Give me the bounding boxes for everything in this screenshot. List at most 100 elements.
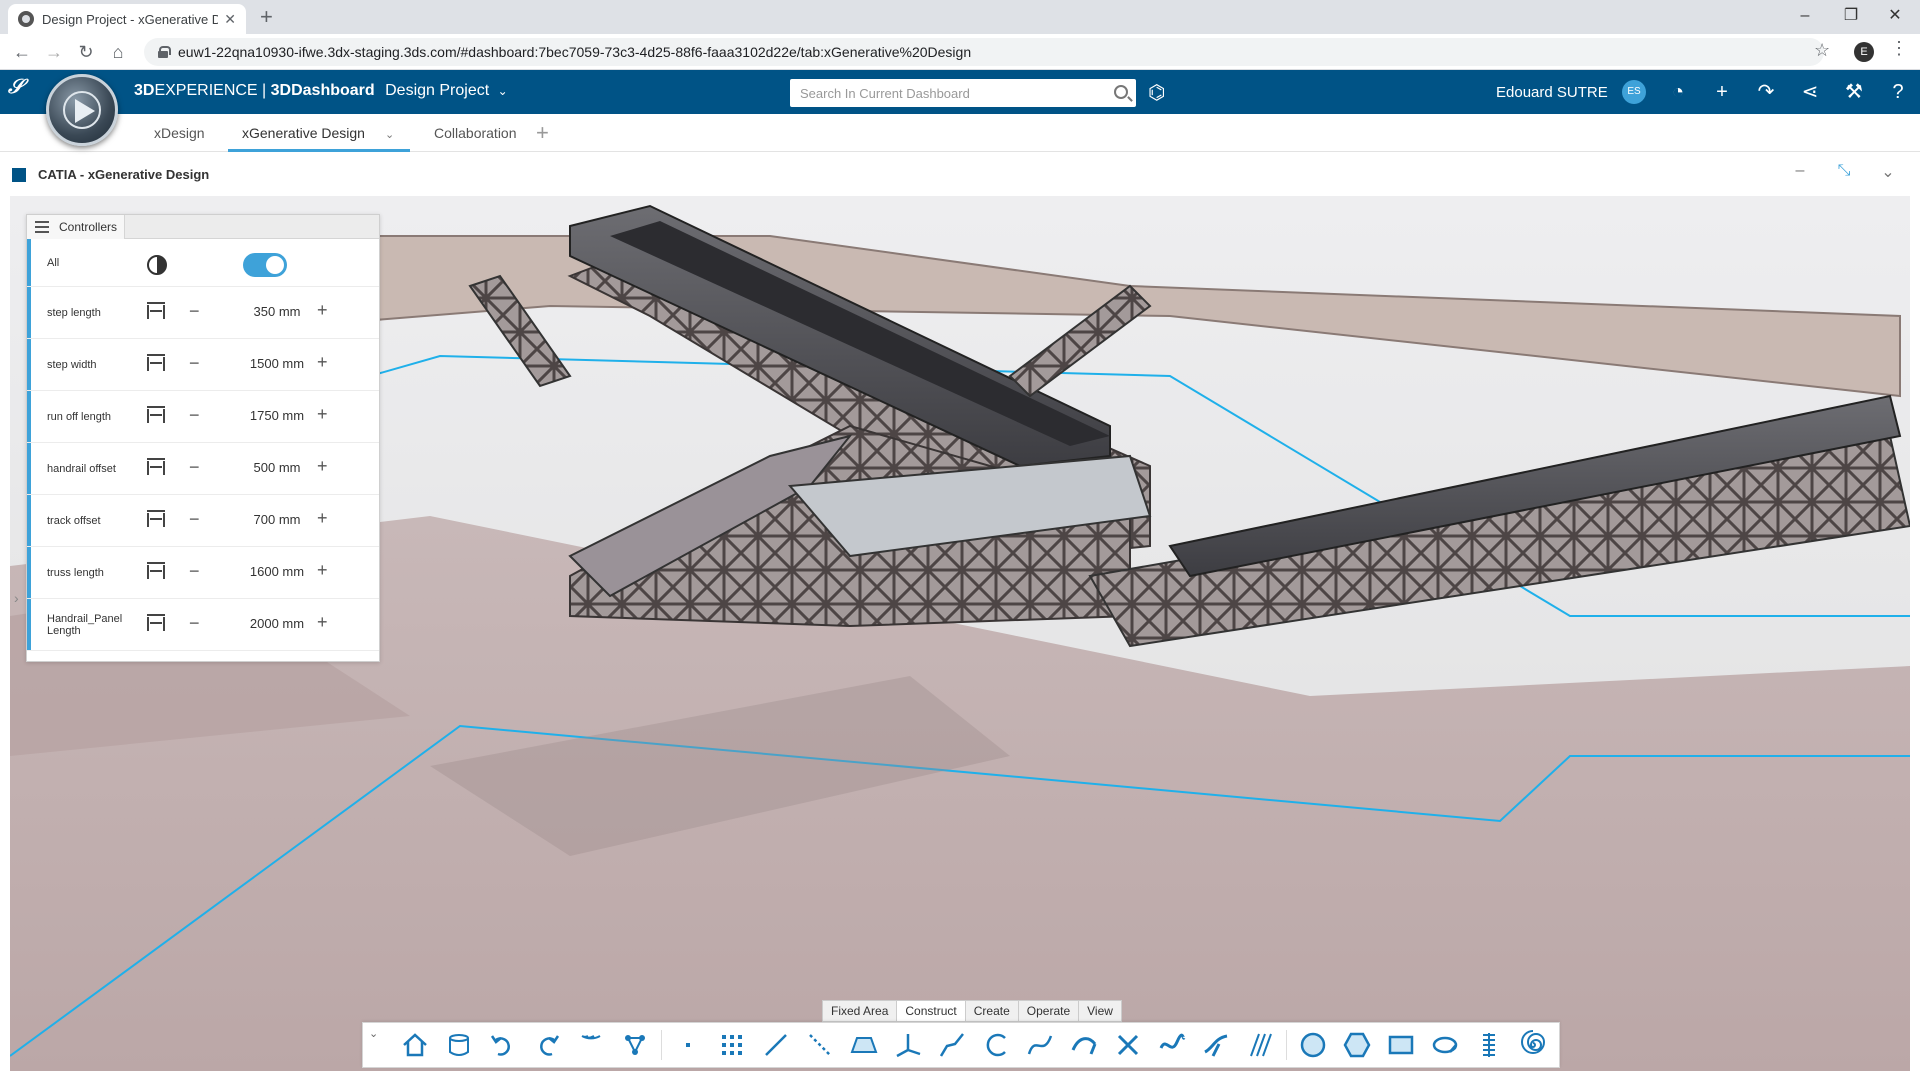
dimension-icon[interactable]: [147, 406, 165, 423]
axis-system-icon[interactable]: [886, 1025, 930, 1065]
browser-tab[interactable]: Design Project - xGenerative De ✕: [8, 4, 246, 34]
dimension-icon[interactable]: [147, 562, 165, 579]
home-icon[interactable]: ⌂: [106, 40, 130, 64]
tab-xgenerative-design[interactable]: xGenerative Design ⌄: [228, 114, 410, 152]
minimize-window-icon[interactable]: –: [1782, 3, 1828, 29]
controller-value[interactable]: 2000 mm: [231, 616, 323, 631]
graph-icon[interactable]: [613, 1025, 657, 1065]
controller-value[interactable]: 1500 mm: [231, 356, 323, 371]
browser-menu-icon[interactable]: ⋮: [1890, 38, 1908, 59]
circle-icon[interactable]: [1291, 1025, 1335, 1065]
increment-button[interactable]: +: [317, 352, 328, 373]
section-create[interactable]: Create: [966, 1001, 1019, 1021]
controller-value[interactable]: 700 mm: [231, 512, 323, 527]
contrast-icon[interactable]: [147, 255, 167, 275]
polyline-icon[interactable]: [930, 1025, 974, 1065]
controller-value[interactable]: 1750 mm: [231, 408, 323, 423]
dashboard-name[interactable]: Design Project: [385, 82, 489, 99]
section-operate[interactable]: Operate: [1019, 1001, 1080, 1021]
collapse-icon[interactable]: ⤡: [1832, 162, 1856, 180]
increment-button[interactable]: +: [317, 404, 328, 425]
increment-button[interactable]: +: [317, 300, 328, 321]
section-view[interactable]: View: [1079, 1001, 1121, 1021]
dimension-icon[interactable]: [147, 458, 165, 475]
restore-window-icon[interactable]: ❐: [1828, 3, 1874, 29]
arc-icon[interactable]: [974, 1025, 1018, 1065]
dimension-icon[interactable]: [147, 354, 165, 371]
increment-button[interactable]: +: [317, 508, 328, 529]
database-icon[interactable]: [437, 1025, 481, 1065]
user-name[interactable]: Edouard SUTRE: [1496, 84, 1608, 101]
line-icon[interactable]: [754, 1025, 798, 1065]
controller-value[interactable]: 350 mm: [231, 304, 323, 319]
increment-button[interactable]: +: [317, 456, 328, 477]
expand-panel-icon[interactable]: ›: [14, 590, 19, 606]
forward-icon[interactable]: →: [42, 40, 66, 64]
bookmark-star-icon[interactable]: ☆: [1814, 40, 1830, 61]
chevron-down-icon[interactable]: ⌄: [369, 1027, 385, 1040]
blend-icon[interactable]: [1194, 1025, 1238, 1065]
controller-value[interactable]: 1600 mm: [231, 564, 323, 579]
3ds-logo-icon[interactable]: 𝒮: [8, 76, 38, 106]
decrement-button[interactable]: −: [189, 561, 200, 582]
decrement-button[interactable]: −: [189, 509, 200, 530]
point-icon[interactable]: [666, 1025, 710, 1065]
all-toggle[interactable]: [243, 253, 287, 277]
increment-button[interactable]: +: [317, 612, 328, 633]
dimension-icon[interactable]: [147, 302, 165, 319]
chevron-down-icon[interactable]: ⌄: [385, 129, 394, 141]
sweep-icon[interactable]: [1062, 1025, 1106, 1065]
avatar[interactable]: ES: [1622, 80, 1646, 104]
add-icon[interactable]: +: [1708, 78, 1736, 106]
parallel-lines-icon[interactable]: [1238, 1025, 1282, 1065]
browser-profile-avatar[interactable]: E: [1854, 42, 1874, 62]
rectangle-icon[interactable]: [1379, 1025, 1423, 1065]
minimize-app-icon[interactable]: –: [1788, 162, 1812, 180]
signal-icon[interactable]: [569, 1025, 613, 1065]
url-field[interactable]: euw1-22qna10930-ifwe.3dx-staging.3ds.com…: [144, 38, 1824, 66]
undo-icon[interactable]: [481, 1025, 525, 1065]
section-construct[interactable]: Construct: [897, 1001, 966, 1021]
tab-xdesign[interactable]: xDesign: [140, 114, 219, 152]
helix-icon[interactable]: [1467, 1025, 1511, 1065]
decrement-button[interactable]: −: [189, 405, 200, 426]
decrement-button[interactable]: −: [189, 353, 200, 374]
compass-icon[interactable]: [46, 74, 118, 146]
point-grid-icon[interactable]: [710, 1025, 754, 1065]
dashed-line-icon[interactable]: [798, 1025, 842, 1065]
close-tab-icon[interactable]: ✕: [224, 11, 236, 28]
chevron-down-icon[interactable]: ⌄: [498, 84, 508, 98]
tools-icon[interactable]: ⚒: [1840, 78, 1868, 106]
decrement-button[interactable]: −: [189, 613, 200, 634]
decrement-button[interactable]: −: [189, 457, 200, 478]
dimension-icon[interactable]: [147, 510, 165, 527]
add-tab-button[interactable]: +: [536, 120, 549, 146]
reload-icon[interactable]: ↻: [74, 40, 98, 64]
tab-collaboration[interactable]: Collaboration: [420, 114, 531, 152]
wave-icon[interactable]: [1150, 1025, 1194, 1065]
back-icon[interactable]: ←: [10, 40, 34, 64]
controllers-tab[interactable]: Controllers: [27, 215, 125, 239]
plane-icon[interactable]: [842, 1025, 886, 1065]
redo-icon[interactable]: [525, 1025, 569, 1065]
section-fixed-area[interactable]: Fixed Area: [823, 1001, 898, 1021]
help-icon[interactable]: ?: [1884, 78, 1912, 106]
spline-icon[interactable]: [1018, 1025, 1062, 1065]
cross-icon[interactable]: [1106, 1025, 1150, 1065]
notifications-icon[interactable]: ◔: [1664, 78, 1692, 106]
decrement-button[interactable]: −: [189, 301, 200, 322]
chevron-down-icon[interactable]: ⌄: [1876, 162, 1900, 182]
close-window-icon[interactable]: ✕: [1872, 3, 1918, 29]
controller-value[interactable]: 500 mm: [231, 460, 323, 475]
dimension-icon[interactable]: [147, 614, 165, 631]
new-tab-button[interactable]: +: [260, 5, 273, 29]
spiral-icon[interactable]: [1511, 1025, 1555, 1065]
hexagon-icon[interactable]: [1335, 1025, 1379, 1065]
search-icon[interactable]: [1114, 85, 1128, 99]
home-icon[interactable]: [393, 1025, 437, 1065]
network-share-icon[interactable]: ⋖: [1796, 78, 1824, 106]
search-input[interactable]: Search In Current Dashboard: [790, 79, 1136, 107]
share-icon[interactable]: ↷: [1752, 78, 1780, 106]
revolve-icon[interactable]: [1423, 1025, 1467, 1065]
increment-button[interactable]: +: [317, 560, 328, 581]
